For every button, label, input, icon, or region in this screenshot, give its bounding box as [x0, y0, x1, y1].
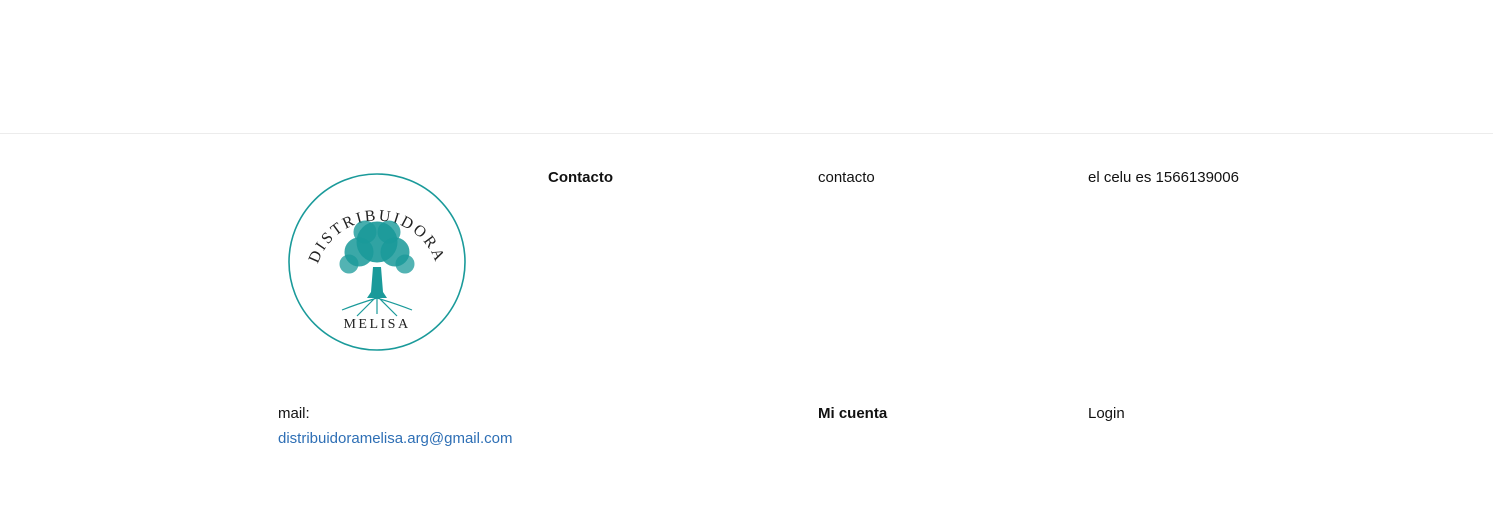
tree-icon	[339, 220, 415, 317]
phone-text: el celu es 1566139006	[1088, 169, 1239, 186]
page: DISTRIBUIDORA MELISA Contacto contacto e…	[0, 0, 1493, 522]
login-link[interactable]: Login	[1088, 404, 1125, 424]
contact-label: contacto	[818, 169, 875, 186]
mail-label: mail:	[278, 405, 310, 422]
logo-bottom-text: MELISA	[343, 317, 410, 332]
email-link[interactable]: distribuidoramelisa.arg@gmail.com	[278, 429, 512, 449]
footer-divider	[0, 133, 1493, 134]
account-heading: Mi cuenta	[818, 405, 888, 422]
contact-heading: Contacto	[548, 169, 613, 186]
distribuidora-melisa-logo: DISTRIBUIDORA MELISA	[288, 173, 466, 351]
